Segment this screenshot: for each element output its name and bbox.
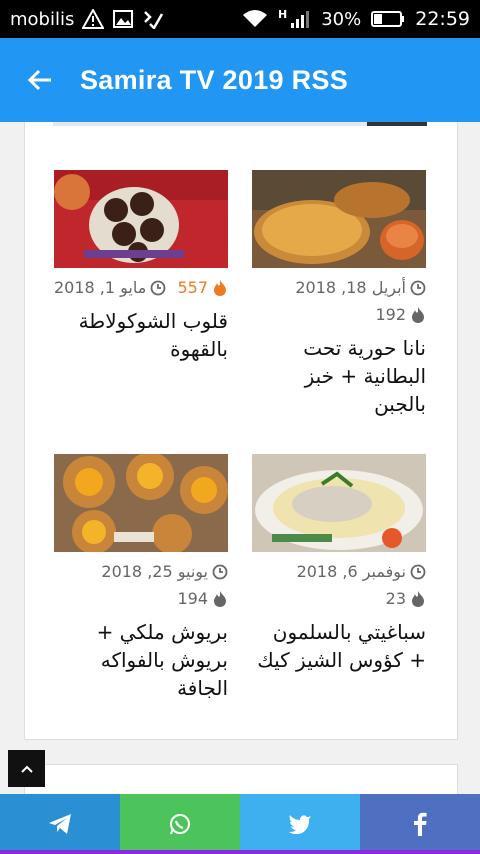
divider-accent <box>367 122 427 126</box>
fire-icon <box>214 279 226 296</box>
content-area: أبريل 18, 2018 192 نانا حورية تحت البطان… <box>0 122 480 794</box>
warning-icon <box>82 9 105 29</box>
battery-icon <box>371 11 405 27</box>
scroll-to-top-button[interactable] <box>8 750 45 787</box>
image-icon <box>113 10 134 28</box>
post-item[interactable]: يونيو 25, 2018 194 بريوش ملكي + بريوش با… <box>54 454 228 702</box>
nav-indicator <box>0 850 480 854</box>
chevron-up-icon <box>20 765 33 773</box>
network-type: H <box>278 7 288 21</box>
fire-icon <box>412 306 424 323</box>
page-title: Samira TV 2019 RSS <box>80 64 349 95</box>
post-title[interactable]: بريوش ملكي + بريوش بالفواكه الجافة <box>54 618 228 702</box>
post-views: 194 <box>54 589 228 608</box>
post-thumbnail[interactable] <box>54 454 228 552</box>
wifi-icon <box>243 10 267 27</box>
post-views: 192 <box>252 305 426 324</box>
post-views: 557 <box>177 278 228 297</box>
back-button[interactable] <box>0 38 80 122</box>
share-twitter-button[interactable] <box>240 794 360 854</box>
status-bar: mobilis H 30% 22:59 <box>0 0 480 38</box>
clock-icon <box>410 280 426 295</box>
app-bar: Samira TV 2019 RSS <box>0 38 480 122</box>
twitter-icon <box>289 815 311 834</box>
post-thumbnail[interactable] <box>252 454 426 552</box>
post-title[interactable]: قلوب الشوكولاطة بالقهوة <box>54 307 228 363</box>
post-item[interactable]: 557 مايو 1, 2018 قلوب الشوكولاطة بالقهوة <box>54 170 228 363</box>
post-date: مايو 1, 2018 <box>54 278 166 297</box>
share-facebook-button[interactable] <box>360 794 480 854</box>
facebook-icon <box>414 812 427 836</box>
clock: 22:59 <box>415 8 470 30</box>
telegram-icon <box>49 814 71 834</box>
post-item[interactable]: نوفمبر 6, 2018 23 سباغيتي بالسلمون + كؤو… <box>252 454 426 674</box>
clock-icon <box>212 564 228 579</box>
fire-icon <box>214 590 226 607</box>
share-telegram-button[interactable] <box>0 794 120 854</box>
post-thumbnail[interactable] <box>54 170 228 268</box>
signal-icon <box>291 11 310 28</box>
post-date: نوفمبر 6, 2018 <box>297 562 426 581</box>
post-date: يونيو 25, 2018 <box>101 562 228 581</box>
post-thumbnail[interactable] <box>252 170 426 268</box>
post-item[interactable]: أبريل 18, 2018 192 نانا حورية تحت البطان… <box>252 170 426 418</box>
clock-icon <box>410 564 426 579</box>
carrier-name: mobilis <box>10 8 75 30</box>
post-title[interactable]: سباغيتي بالسلمون + كؤوس الشيز كيك <box>252 618 426 674</box>
share-whatsapp-button[interactable] <box>120 794 240 854</box>
fire-icon <box>412 590 424 607</box>
checklist-icon <box>144 11 164 29</box>
next-card <box>24 764 458 794</box>
whatsapp-icon <box>170 814 190 835</box>
battery-percent: 30% <box>321 8 362 30</box>
post-date: أبريل 18, 2018 <box>295 278 426 297</box>
post-title[interactable]: نانا حورية تحت البطانية + خبز بالجبن <box>252 334 426 418</box>
related-posts-card: أبريل 18, 2018 192 نانا حورية تحت البطان… <box>24 122 458 740</box>
post-views: 23 <box>252 589 426 608</box>
clock-icon <box>150 280 166 295</box>
arrow-back-icon <box>27 69 51 91</box>
share-bar <box>0 794 480 854</box>
